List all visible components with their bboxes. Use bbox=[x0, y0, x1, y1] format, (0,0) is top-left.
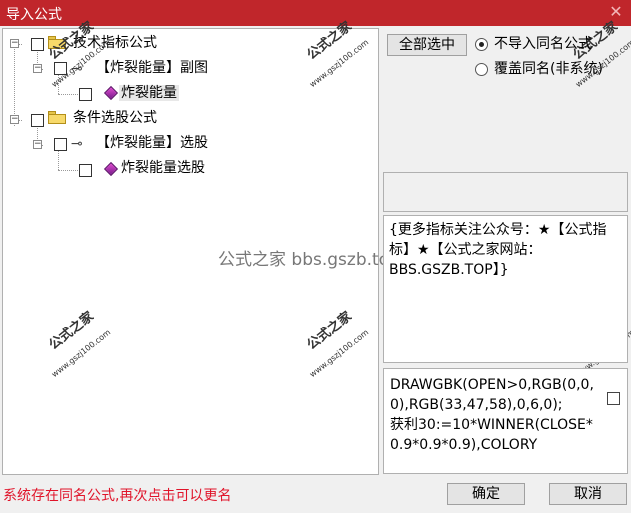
tree-node-label[interactable]: 技术指标公式 bbox=[73, 35, 157, 51]
node-checkbox[interactable] bbox=[31, 38, 44, 51]
close-icon[interactable]: ✕ bbox=[607, 3, 625, 21]
tree-node-label[interactable]: 【炸裂能量】副图 bbox=[96, 60, 208, 76]
tree-line bbox=[58, 94, 78, 95]
tree-line bbox=[58, 75, 59, 94]
folder-icon bbox=[48, 111, 66, 124]
tree-node-label[interactable]: 条件选股公式 bbox=[73, 110, 157, 126]
key-icon: ⊸ bbox=[71, 136, 83, 152]
node-checkbox[interactable] bbox=[54, 62, 67, 75]
node-checkbox[interactable] bbox=[79, 88, 92, 101]
tree-line bbox=[58, 151, 59, 170]
empty-info-box bbox=[383, 172, 628, 212]
node-checkbox[interactable] bbox=[31, 114, 44, 127]
expander-icon[interactable]: − bbox=[33, 64, 42, 73]
tree-node-label[interactable]: 【炸裂能量】选股 bbox=[96, 135, 208, 151]
radio-overwrite-label[interactable]: 覆盖同名(非系统) bbox=[494, 61, 603, 77]
radio-overwrite[interactable] bbox=[475, 63, 488, 76]
description-text: {更多指标关注公众号：★【公式指标】★【公式之家网站：BBS.GSZB.TOP】… bbox=[389, 222, 607, 278]
tree-node-label[interactable]: 炸裂能量 bbox=[119, 85, 179, 101]
radio-no-import[interactable] bbox=[475, 38, 488, 51]
key-icon: ⊸ bbox=[71, 61, 83, 77]
status-message: 系统存在同名公式,再次点击可以更名 bbox=[3, 488, 232, 504]
formula-gem-icon bbox=[103, 85, 119, 101]
center-watermark: 公式之家 bbs.gszb.top bbox=[218, 250, 400, 270]
folder-icon bbox=[48, 36, 66, 49]
expander-icon[interactable]: − bbox=[10, 115, 19, 124]
tree-node-label[interactable]: 炸裂能量选股 bbox=[121, 160, 205, 176]
node-checkbox[interactable] bbox=[54, 138, 67, 151]
tree-line bbox=[58, 170, 78, 171]
title-bar: 导入公式 ✕ bbox=[0, 0, 631, 26]
description-box: {更多指标关注公众号：★【公式指标】★【公式之家网站：BBS.GSZB.TOP】… bbox=[383, 215, 628, 363]
code-checkbox[interactable] bbox=[607, 392, 620, 405]
code-text: DRAWGBK(OPEN>0,RGB(0,0,0),RGB(33,47,58),… bbox=[390, 377, 594, 453]
code-box: DRAWGBK(OPEN>0,RGB(0,0,0),RGB(33,47,58),… bbox=[383, 368, 628, 474]
formula-gem-icon bbox=[103, 161, 119, 177]
ok-button[interactable]: 确定 bbox=[447, 483, 525, 505]
expander-icon[interactable]: − bbox=[33, 140, 42, 149]
select-all-button[interactable]: 全部选中 bbox=[387, 34, 467, 56]
cancel-button[interactable]: 取消 bbox=[549, 483, 627, 505]
expander-icon[interactable]: − bbox=[10, 39, 19, 48]
radio-no-import-label[interactable]: 不导入同名公式 bbox=[494, 36, 592, 52]
window-title: 导入公式 bbox=[6, 7, 62, 23]
node-checkbox[interactable] bbox=[79, 164, 92, 177]
